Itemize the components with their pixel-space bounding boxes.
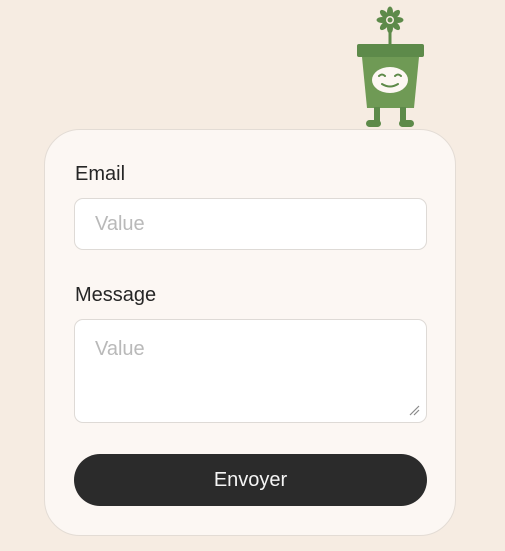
email-field[interactable] bbox=[74, 198, 427, 250]
contact-form-card: Email Message Envoyer bbox=[44, 129, 456, 536]
submit-button[interactable]: Envoyer bbox=[74, 454, 427, 506]
message-field[interactable] bbox=[74, 319, 427, 423]
resize-handle-icon[interactable] bbox=[408, 404, 420, 416]
email-label: Email bbox=[75, 163, 126, 185]
message-label: Message bbox=[75, 284, 157, 306]
potted-plant-mascot-icon bbox=[357, 6, 424, 127]
